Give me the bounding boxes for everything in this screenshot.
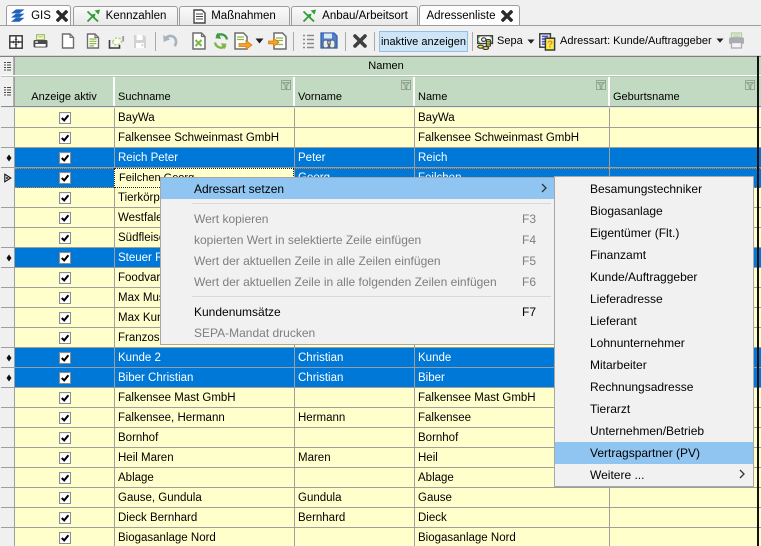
svg-text:?: ? [547, 40, 553, 51]
